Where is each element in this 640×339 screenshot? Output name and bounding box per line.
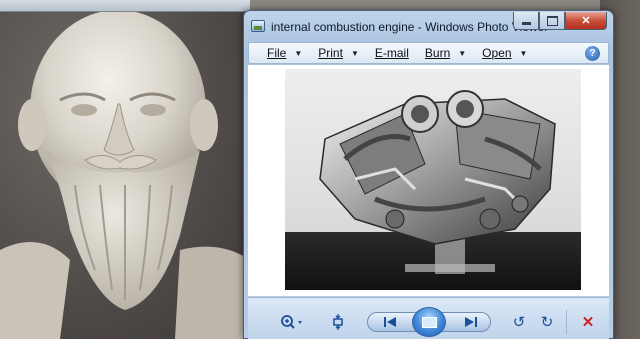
menu-email[interactable]: E-mail [375,46,409,60]
background-window-edge [0,0,250,12]
menu-bar: File ▼ Print ▼ E-mail Burn ▼ Open ▼ ? [248,42,609,64]
slideshow-button[interactable] [412,307,446,337]
image-viewing-area[interactable] [248,65,609,296]
delete-icon: ✕ [581,314,595,331]
title-bar[interactable]: internal combustion engine - Windows Pho… [244,11,613,41]
bust-image [0,10,250,339]
photo-viewer-window: internal combustion engine - Windows Pho… [243,10,614,339]
engine-photo [285,69,581,290]
slideshow-icon [421,316,437,328]
toolbar-divider [566,310,567,334]
background-bust-photo [0,0,250,339]
menu-burn-label: Burn [424,46,451,60]
next-icon [465,317,477,327]
close-button[interactable]: ✕ [565,12,607,30]
maximize-button[interactable] [539,12,565,30]
caption-buttons: ✕ [513,12,607,30]
menu-open-label: Open [482,46,512,60]
photo-viewer-app-icon [251,20,265,32]
menu-email-label: E-mail [374,46,409,60]
window-title: internal combustion engine - Windows Pho… [271,20,549,34]
menu-open[interactable]: Open ▼ [482,46,527,60]
previous-icon [384,317,396,327]
menu-file[interactable]: File ▼ [267,46,302,60]
chevron-down-icon: ▼ [519,48,528,58]
playback-controls-bar: ↺ ↻ ✕ [248,297,609,339]
minimize-button[interactable] [513,12,539,30]
actual-size-button[interactable] [328,313,348,331]
zoom-icon [281,315,302,329]
desktop: internal combustion engine - Windows Pho… [0,0,640,339]
rotate-counterclockwise-button[interactable]: ↺ [509,312,529,332]
rotate-clockwise-button[interactable]: ↻ [537,312,557,332]
menu-print-label: Print [318,46,343,60]
next-button[interactable] [460,312,482,332]
menu-file-label: File [267,46,287,60]
chevron-down-icon: ▼ [350,48,359,58]
previous-button[interactable] [379,312,401,332]
menu-burn[interactable]: Burn ▼ [425,46,466,60]
engine-illustration [319,90,556,274]
rotate-counterclockwise-icon: ↺ [512,314,526,331]
help-icon[interactable]: ? [585,46,600,61]
zoom-button[interactable] [278,313,306,331]
close-icon: ✕ [581,15,591,27]
chevron-down-icon: ▼ [458,48,467,58]
fit-to-window-icon [333,314,343,330]
delete-button[interactable]: ✕ [578,312,598,332]
rotate-clockwise-icon: ↻ [540,314,554,331]
chevron-down-icon: ▼ [294,48,303,58]
menu-print[interactable]: Print ▼ [318,46,359,60]
